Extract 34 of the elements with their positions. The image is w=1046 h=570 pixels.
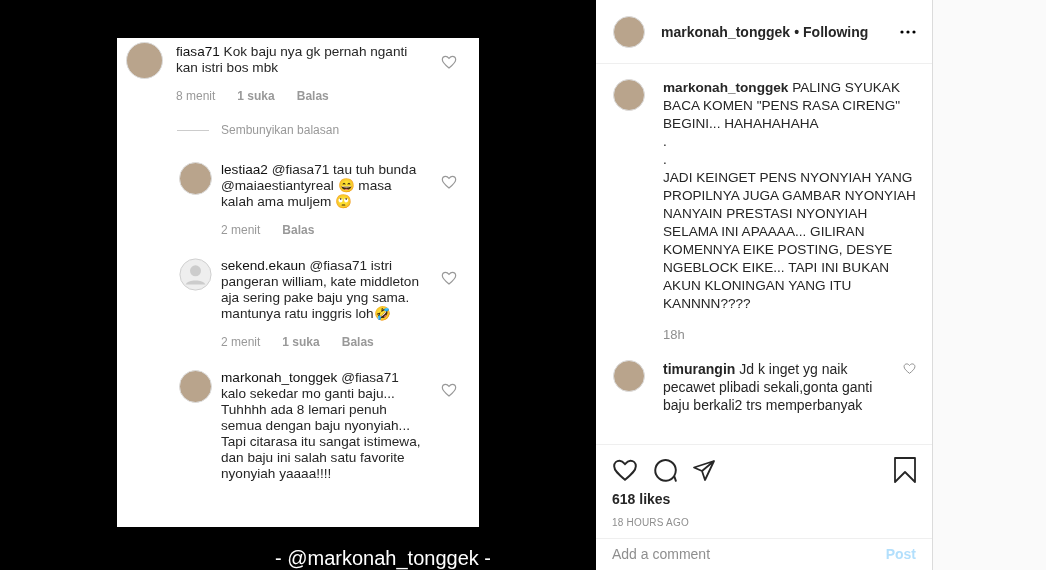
comment-text: fiasa71 Kok baju nya gk pernah nganti kan istri bos mbk [176,44,409,76]
post-timestamp: 18 HOURS AGO [611,516,690,528]
following-link[interactable]: Following [803,23,869,40]
comment-text: sekend.ekaun @fiasa71 istri pangeran william, kate middleton aja sering pake baju yng sama. mantunya ratu inggris loh🤣 [221,258,420,322]
comment-time: 2 menit [221,222,261,238]
comment-time: 2 menit [221,334,261,350]
more-options-icon[interactable] [900,29,916,34]
credit-caption: - @markonah_tonggek - [275,547,491,570]
avatar [179,370,212,403]
separator-dot: • [794,23,800,40]
reply-link[interactable]: Balas [282,222,315,238]
reply-link[interactable]: Balas [341,334,374,350]
post-caption: markonah_tonggek PALING SYUKAK BACA KOMEN "PENS RASA CIRENG" BEGINI... HAHAHAHAHA . . JADI KEINGET PENS NYONYIAH YANG PROPILNYA JUGA GAMBAR NYONYIAH NANYAIN PRESTASI NYONYIAH SELAMA INI APAAAA... GILIRAN KOMENNYA EIKE POSTING, DESYE NGEBLOCK EIKE... TAPI INI BUKAN AKUN KLONINGAN YANG ITU KANNNN???? [663,79,916,313]
caption-time: 18h [663,327,686,342]
username-link[interactable]: markonah_tonggek [661,23,791,40]
like-count[interactable]: 618 likes [596,483,932,507]
default-avatar-icon [179,258,212,291]
comment-text: markonah_tonggek @fiasa71 kalo sekedar mo ganti baju... Tuhhhh ada 8 lemari penuh semua dengan baju nyonyiah... Tapi citarasa itu sangat istimewa, dan baju ini salah satu favorite nyonyiah yaaaa!!!! [221,370,421,482]
like-icon[interactable] [612,457,638,483]
share-icon[interactable] [692,458,716,482]
avatar [126,42,163,79]
like-count: 1 suka [282,334,320,350]
avatar [613,79,645,111]
avatar [613,15,645,48]
reply-link[interactable]: Balas [296,88,329,104]
comment-text: timurangin Jd k inget yg naik pecawet plibadi sekali,gonta ganti baju berkali2 trs memperbanyak [663,360,874,414]
bookmark-icon[interactable] [894,457,916,483]
comment-icon[interactable] [652,457,678,483]
avatar [179,162,212,195]
hide-replies-link[interactable]: Sembunyikan balasan [221,122,340,138]
comment-text: lestiaa2 @fiasa71 tau tuh bunda @maiaestiantyreal 😄 masa kalah ama muljem 🙄 [221,162,418,210]
like-count: 1 suka [237,88,275,104]
comment-time: 8 menit [176,88,216,104]
avatar [613,360,645,392]
